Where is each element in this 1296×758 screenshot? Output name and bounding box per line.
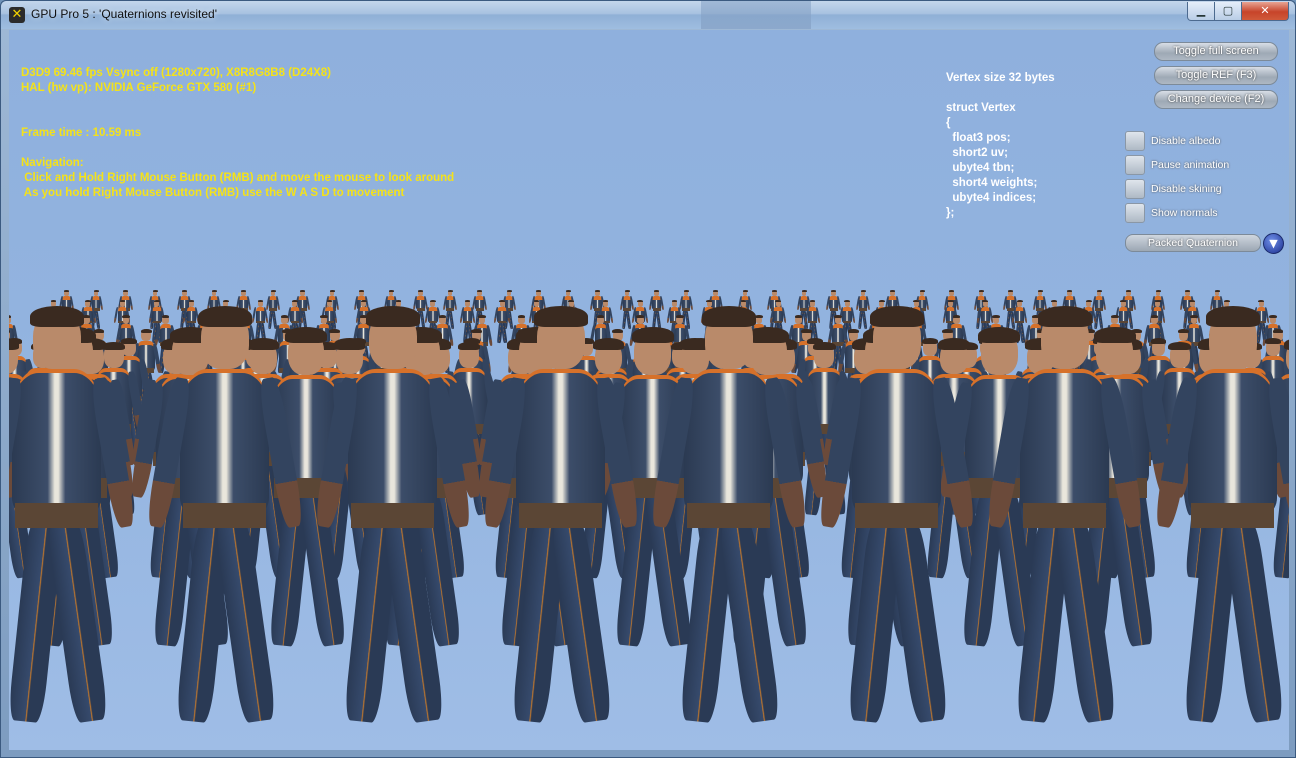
frame-time: Frame time : 10.59 ms: [21, 127, 142, 139]
checkbox-label: Show normals: [1151, 207, 1218, 219]
field-weights: short4 weights;: [952, 177, 1038, 189]
vertex-info: Vertex size 32 bytes struct Vertex { flo…: [946, 71, 1055, 221]
toggle-ref-button[interactable]: Toggle REF (F3): [1154, 66, 1278, 85]
disable-albedo-checkbox[interactable]: Disable albedo: [1125, 131, 1285, 151]
character-model: [984, 305, 1145, 730]
toggle-full-screen-button[interactable]: Toggle full screen: [1154, 42, 1278, 61]
character-model: [312, 305, 473, 730]
checkbox-box[interactable]: [1125, 131, 1145, 151]
change-device-button[interactable]: Change device (F2): [1154, 90, 1278, 109]
fps-stats: D3D9 69.46 fps Vsync off (1280x720), X8R…: [21, 67, 332, 79]
open-brace: {: [946, 117, 951, 129]
show-normals-checkbox[interactable]: Show normals: [1125, 203, 1285, 223]
character-model: [144, 305, 305, 730]
application-window: ✕ GPU Pro 5 : 'Quaternions revisited' ▁ …: [0, 0, 1296, 758]
nav-title: Navigation:: [21, 157, 84, 169]
render-viewport[interactable]: D3D9 69.46 fps Vsync off (1280x720), X8R…: [9, 30, 1289, 750]
character-model: [9, 305, 137, 730]
checkbox-box[interactable]: [1125, 203, 1145, 223]
title-bar[interactable]: ✕ GPU Pro 5 : 'Quaternions revisited' ▁ …: [1, 1, 1295, 29]
navigation-help: Navigation: Click and Hold Right Mouse B…: [21, 156, 454, 201]
background-window-ghost: [701, 1, 811, 29]
checkbox-box[interactable]: [1125, 155, 1145, 175]
character-model: [816, 305, 977, 730]
close-button[interactable]: ✕: [1241, 2, 1289, 21]
chevron-down-icon[interactable]: ▼: [1263, 233, 1284, 254]
close-brace: };: [946, 207, 955, 219]
device-stats: D3D9 69.46 fps Vsync off (1280x720), X8R…: [21, 66, 331, 96]
window-title: GPU Pro 5 : 'Quaternions revisited': [31, 7, 217, 21]
minimize-button[interactable]: ▁: [1187, 2, 1215, 21]
struct-header: struct Vertex: [946, 102, 1016, 114]
field-indices: ubyte4 indices;: [952, 192, 1037, 204]
field-tbn: ubyte4 tbn;: [952, 162, 1015, 174]
vertex-size: Vertex size 32 bytes: [946, 72, 1055, 84]
checkbox-box[interactable]: [1125, 179, 1145, 199]
character-model: [1152, 305, 1289, 730]
nav-line-1: Click and Hold Right Mouse Button (RMB) …: [21, 172, 455, 184]
skinning-method-combo[interactable]: Packed Quaternion: [1125, 234, 1261, 252]
nav-line-2: As you hold Right Mouse Button (RMB) use…: [21, 187, 405, 199]
character-crowd: [9, 30, 1289, 750]
pause-animation-checkbox[interactable]: Pause animation: [1125, 155, 1285, 175]
checkbox-label: Disable albedo: [1151, 135, 1221, 147]
field-pos: float3 pos;: [952, 132, 1011, 144]
x-app-icon[interactable]: ✕: [9, 7, 25, 23]
disable-skinning-checkbox[interactable]: Disable skining: [1125, 179, 1285, 199]
checkbox-label: Disable skining: [1151, 183, 1222, 195]
device-name: HAL (hw vp): NVIDIA GeForce GTX 580 (#1): [21, 82, 257, 94]
field-uv: short2 uv;: [952, 147, 1008, 159]
character-model: [480, 305, 641, 730]
character-model: [648, 305, 809, 730]
checkbox-label: Pause animation: [1151, 159, 1230, 171]
maximize-button[interactable]: ▢: [1214, 2, 1242, 21]
